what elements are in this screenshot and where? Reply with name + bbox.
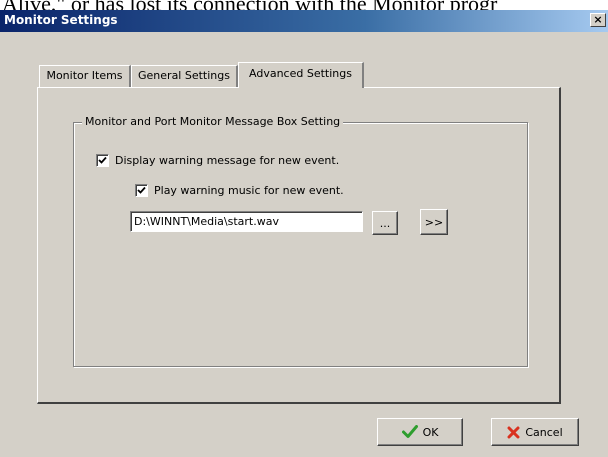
play-sound-button[interactable]: >> — [420, 209, 448, 235]
ok-button[interactable]: OK — [377, 418, 463, 446]
x-icon — [507, 426, 520, 439]
cancel-button[interactable]: Cancel — [491, 418, 579, 446]
display-warning-label: Display warning message for new event. — [115, 154, 340, 167]
browse-button[interactable]: ... — [372, 211, 398, 235]
advanced-settings-panel: Monitor and Port Monitor Message Box Set… — [37, 87, 561, 404]
ok-label: OK — [422, 425, 439, 439]
sound-file-path-input[interactable]: D:\WINNT\Media\start.wav — [130, 211, 363, 232]
play-music-row[interactable]: Play warning music for new event. — [135, 184, 344, 197]
display-warning-row[interactable]: Display warning message for new event. — [96, 154, 339, 167]
checkmark-icon — [98, 156, 107, 164]
checkmark-icon — [401, 425, 418, 439]
checkmark-icon — [137, 186, 146, 194]
close-button[interactable]: × — [590, 13, 606, 27]
group-title: Monitor and Port Monitor Message Box Set… — [82, 115, 344, 128]
title-bar[interactable]: Monitor Settings × — [0, 10, 608, 32]
tab-general-settings[interactable]: General Settings — [131, 65, 238, 87]
tab-advanced-settings[interactable]: Advanced Settings — [238, 62, 364, 88]
message-box-setting-group: Monitor and Port Monitor Message Box Set… — [73, 115, 528, 367]
window-title: Monitor Settings — [4, 13, 118, 27]
cancel-label: Cancel — [525, 425, 563, 439]
tab-monitor-items[interactable]: Monitor Items — [39, 65, 131, 87]
display-warning-checkbox[interactable] — [96, 154, 109, 167]
play-music-label: Play warning music for new event. — [154, 184, 344, 197]
monitor-settings-dialog: Monitor Settings × Monitor Items General… — [0, 10, 608, 457]
play-music-checkbox[interactable] — [135, 184, 148, 197]
